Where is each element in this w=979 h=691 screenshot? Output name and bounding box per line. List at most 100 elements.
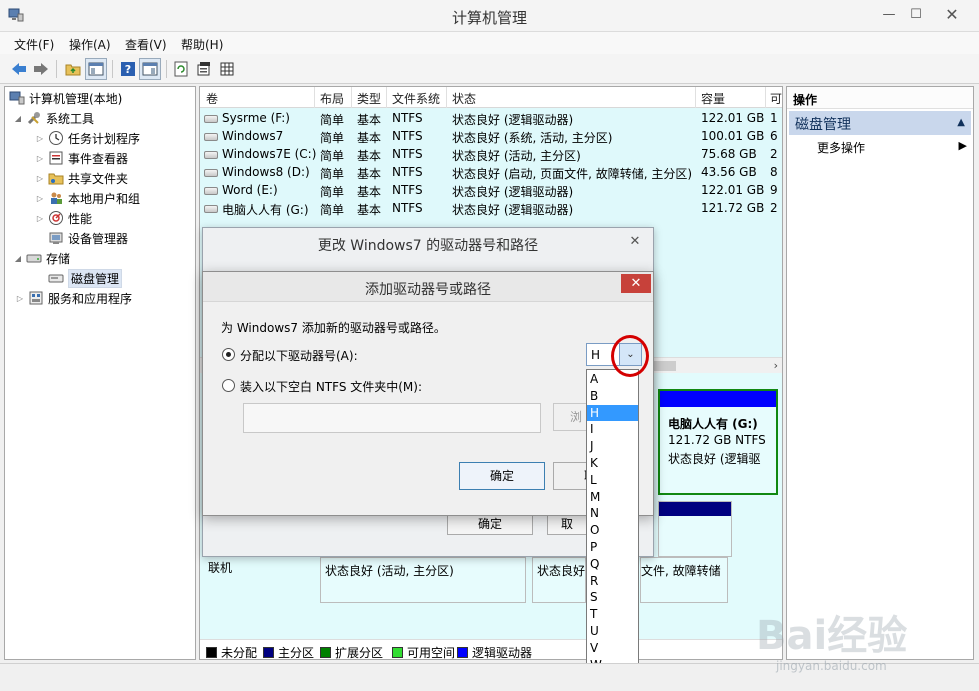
volume-cell: 122.01 GB xyxy=(701,111,765,125)
drive-letter-option[interactable]: Q xyxy=(587,556,638,573)
menu-view[interactable]: 查看(V) xyxy=(125,36,167,53)
drive-letter-option[interactable]: H xyxy=(587,404,638,422)
show-action-pane-button[interactable] xyxy=(139,58,161,80)
export-list-button[interactable] xyxy=(216,58,238,80)
menu-help[interactable]: 帮助(H) xyxy=(181,36,223,53)
drive-letter-option[interactable]: V xyxy=(587,640,638,657)
drive-letter-option[interactable]: K xyxy=(587,455,638,472)
drive-letter-option[interactable]: U xyxy=(587,623,638,640)
segment-primary-1[interactable]: 状态良好 (活动, 主分区) xyxy=(320,557,526,603)
properties-button[interactable] xyxy=(193,58,215,80)
actions-pane: 操作 磁盘管理 ▲ 更多操作 ▶ xyxy=(786,86,974,660)
tree-item-task-scheduler[interactable]: ▷ 任务计划程序 xyxy=(35,128,140,148)
forward-button[interactable] xyxy=(30,58,52,80)
tree-item-storage[interactable]: ◢ 存储 xyxy=(13,248,70,268)
tree-item-disk-management[interactable]: 磁盘管理 xyxy=(48,268,123,288)
tree-item-shared-folders[interactable]: ▷ 共享文件夹 xyxy=(35,168,128,188)
storage-icon xyxy=(26,250,42,266)
tree-item-device-manager[interactable]: 设备管理器 xyxy=(48,228,128,248)
expand-arrow-icon[interactable]: ▷ xyxy=(35,194,45,203)
show-hide-tree-button[interactable] xyxy=(85,58,107,80)
volume-cell: NTFS xyxy=(392,129,423,143)
volume-cell: 状态良好 (活动, 主分区) xyxy=(452,149,581,163)
expand-arrow-icon[interactable]: ▷ xyxy=(15,294,25,303)
menu-file[interactable]: 文件(F) xyxy=(14,36,54,53)
drive-letter-option[interactable]: P xyxy=(587,539,638,556)
drive-letter-option[interactable]: S xyxy=(587,589,638,606)
tree-label: 事件查看器 xyxy=(68,151,129,166)
actions-section-disk-management[interactable]: 磁盘管理 ▲ xyxy=(789,111,971,135)
scroll-right-icon[interactable]: › xyxy=(774,359,778,372)
col-status[interactable]: 状态 xyxy=(452,90,476,107)
volume-row[interactable]: Windows7E (C:) 简单 基本 NTFS 状态良好 (活动, 主分区) 75.6… xyxy=(200,145,782,163)
disk-online-label: 联机 xyxy=(208,561,233,575)
expand-arrow-icon[interactable]: ▷ xyxy=(35,174,45,183)
drive-letter-option[interactable]: T xyxy=(587,606,638,623)
tree-item-performance[interactable]: ▷ 性能 xyxy=(35,208,92,228)
segment-g-drive[interactable]: 电脑人人有 (G:) 121.72 GB NTFS 状态良好 (逻辑驱 xyxy=(658,389,778,495)
up-folder-button[interactable] xyxy=(62,58,84,80)
dialog-cancel-button[interactable]: 取 xyxy=(547,513,587,535)
drive-letter-option[interactable]: I xyxy=(587,421,638,438)
tree-item-system-tools[interactable]: ◢ 系统工具 xyxy=(13,108,94,128)
col-type[interactable]: 类型 xyxy=(357,90,381,107)
dialog-ok-button[interactable]: 确定 xyxy=(447,513,533,535)
more-actions[interactable]: 更多操作 xyxy=(817,139,865,156)
assign-letter-label[interactable]: 分配以下驱动器号(A): xyxy=(240,347,358,364)
help-button[interactable]: ? xyxy=(117,58,139,80)
legend-item: 可用空间 xyxy=(392,644,455,659)
col-capacity[interactable]: 容量 xyxy=(701,90,725,107)
collapse-arrow-icon[interactable]: ◢ xyxy=(13,114,23,123)
segment-right-top[interactable] xyxy=(658,501,732,557)
dialog-close-button[interactable]: ✕ xyxy=(621,232,649,252)
assign-letter-radio[interactable] xyxy=(222,348,235,361)
legend-item: 未分配 xyxy=(206,644,257,659)
tree-item-event-viewer[interactable]: ▷ 事件查看器 xyxy=(35,148,128,168)
services-icon xyxy=(28,290,44,306)
expand-arrow-icon[interactable]: ▷ xyxy=(35,134,45,143)
mount-folder-label[interactable]: 装入以下空白 NTFS 文件夹中(M): xyxy=(240,378,422,395)
col-filesystem[interactable]: 文件系统 xyxy=(392,90,440,107)
cancel-button[interactable]: 取 xyxy=(553,462,587,490)
collapse-arrow-icon[interactable]: ◢ xyxy=(13,254,23,263)
tree-item-local-users[interactable]: ▷ 本地用户和组 xyxy=(35,188,140,208)
col-layout[interactable]: 布局 xyxy=(320,90,344,107)
mount-folder-radio[interactable] xyxy=(222,379,235,392)
drive-icon xyxy=(204,115,218,123)
col-volume[interactable]: 卷 xyxy=(206,90,218,107)
expand-arrow-icon[interactable]: ▷ xyxy=(35,154,45,163)
tree-label: 系统工具 xyxy=(46,111,95,126)
drive-letter-option[interactable]: B xyxy=(587,388,638,405)
drive-letter-option[interactable]: J xyxy=(587,438,638,455)
minimize-button[interactable]: — xyxy=(877,4,901,26)
volume-row[interactable]: 电脑人人有 (G:) 简单 基本 NTFS 状态良好 (逻辑驱动器) 121.72 GB 2 xyxy=(200,199,782,217)
volume-cell: 75.68 GB xyxy=(701,147,757,161)
drive-letter-option[interactable]: M xyxy=(587,489,638,506)
toolbar: ? xyxy=(0,54,979,84)
refresh-button[interactable] xyxy=(170,58,192,80)
tree-item-services-apps[interactable]: ▷ 服务和应用程序 xyxy=(15,288,132,308)
volume-row[interactable]: Word (E:) 简单 基本 NTFS 状态良好 (逻辑驱动器) 122.01 GB 9 xyxy=(200,181,782,199)
col-free[interactable]: 可 xyxy=(770,90,782,107)
browse-button[interactable]: 浏 xyxy=(553,403,587,431)
collapse-icon[interactable]: ▲ xyxy=(957,117,965,128)
menu-action[interactable]: 操作(A) xyxy=(69,36,111,53)
volume-cell: 1 xyxy=(770,111,778,125)
volume-row[interactable]: Windows8 (D:) 简单 基本 NTFS 状态良好 (启动, 页面文件, 故障转… xyxy=(200,163,782,181)
folder-path-input[interactable] xyxy=(243,403,541,433)
volume-row[interactable]: Sysrme (F:) 简单 基本 NTFS 状态良好 (逻辑驱动器) 122.01 GB… xyxy=(200,109,782,127)
ok-button[interactable]: 确定 xyxy=(459,462,545,490)
expand-arrow-icon[interactable]: ▷ xyxy=(35,214,45,223)
segment-primary-3[interactable]: 文件, 故障转储 xyxy=(640,557,728,603)
maximize-button[interactable]: ☐ xyxy=(904,4,928,26)
drive-letter-option[interactable]: L xyxy=(587,472,638,489)
back-button[interactable] xyxy=(8,58,30,80)
volume-row[interactable]: Windows7 简单 基本 NTFS 状态良好 (系统, 活动, 主分区) 100.01… xyxy=(200,127,782,145)
tree-item-root[interactable]: 计算机管理(本地) xyxy=(9,88,122,108)
drive-letter-option[interactable]: N xyxy=(587,505,638,522)
dialog-close-button[interactable]: ✕ xyxy=(621,274,651,293)
segment-primary-2[interactable]: 状态良好 xyxy=(532,557,586,603)
close-button[interactable]: ✕ xyxy=(932,4,972,26)
drive-letter-option[interactable]: O xyxy=(587,522,638,539)
drive-letter-option[interactable]: R xyxy=(587,573,638,590)
